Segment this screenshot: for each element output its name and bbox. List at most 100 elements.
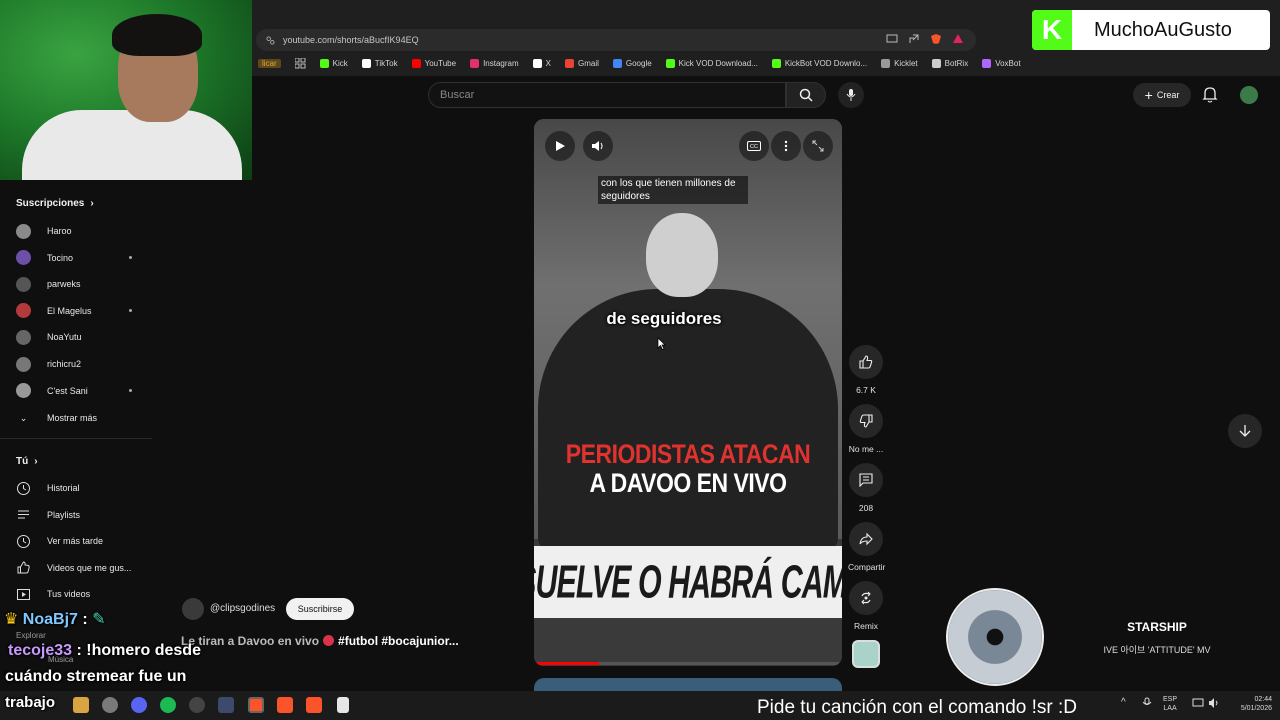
sidebar-item-you[interactable]: Ver más tarde <box>16 531 136 551</box>
channel-avatar-icon <box>16 250 31 266</box>
app-icon[interactable] <box>102 697 118 713</box>
dislike-button[interactable]: No me ... <box>848 404 884 454</box>
search-placeholder: Buscar <box>440 89 475 101</box>
notifications-button[interactable] <box>1202 86 1218 103</box>
brave-rewards-icon[interactable] <box>952 33 964 45</box>
app-icon[interactable] <box>218 697 234 713</box>
microphone-icon <box>845 88 857 102</box>
system-clock[interactable]: 02:44 5/01/2026 <box>1226 695 1272 713</box>
sidebar-subscription-label: NoaYutu <box>47 332 82 343</box>
botrix-icon <box>931 58 941 68</box>
sidebar-subscription-item[interactable]: Haroo <box>16 221 136 241</box>
you-header[interactable]: Tú › <box>16 456 38 467</box>
fullscreen-button[interactable] <box>803 131 833 161</box>
bookmark-tiktok[interactable]: TikTok <box>361 58 398 68</box>
sidebar-subscription-item[interactable]: El Magelus <box>16 301 136 321</box>
channel-name[interactable]: @clipsgodines <box>210 603 275 614</box>
sidebar-subscription-item[interactable]: richicru2 <box>16 354 136 374</box>
chat-username: tecoje33 <box>8 642 73 659</box>
address-bar-actions <box>886 33 964 45</box>
subscribe-button[interactable]: Suscribirse <box>286 598 354 620</box>
short-title[interactable]: Le tiran a Davoo en vivo #futbol #bocajun… <box>181 634 459 648</box>
next-video-button[interactable] <box>1228 414 1262 448</box>
file-explorer-icon[interactable] <box>73 697 89 713</box>
remix-button[interactable]: Remix <box>848 581 884 631</box>
subscriptions-header[interactable]: Suscripciones › <box>16 198 94 209</box>
bookmark-kick[interactable]: Kick <box>319 58 348 68</box>
input-language[interactable]: ESP LAA <box>1163 695 1177 713</box>
address-bar[interactable]: youtube.com/shorts/aBucfIK94EQ <box>256 29 976 51</box>
sidebar-item-you[interactable]: Playlists <box>16 505 136 525</box>
bookmark-kicklet[interactable]: Kicklet <box>881 58 918 68</box>
bookmark-kick-vod[interactable]: Kick VOD Download... <box>665 58 758 68</box>
bookmark-kickbot-vod[interactable]: KickBot VOD Downlo... <box>771 58 867 68</box>
brave-browser-icon[interactable] <box>306 697 322 713</box>
chevron-right-icon: › <box>90 198 94 209</box>
bookmark-label: VoxBot <box>995 58 1021 68</box>
youtube-icon <box>411 58 421 68</box>
sidebar-item-label: Tus videos <box>47 589 91 600</box>
sidebar-item-you[interactable]: Historial <box>16 478 136 498</box>
share-button[interactable]: Compartir <box>848 522 885 572</box>
sidebar-subscription-label: richicru2 <box>47 359 82 369</box>
tray-chevron-up-icon[interactable]: ^ <box>1121 697 1126 708</box>
discord-icon[interactable] <box>131 697 147 713</box>
sidebar-subscription-item[interactable]: parweks <box>16 274 136 294</box>
bookmark-instagram[interactable]: Instagram <box>470 58 519 68</box>
kick-logo-icon: K <box>1032 10 1072 50</box>
obs-icon[interactable] <box>189 697 205 713</box>
bookmark-apps[interactable]: licar <box>258 58 281 68</box>
voice-search-button[interactable] <box>838 82 864 108</box>
microphone-tray-icon[interactable] <box>1142 697 1152 709</box>
account-avatar[interactable] <box>1240 86 1258 104</box>
spotify-icon[interactable] <box>160 697 176 713</box>
bookmark-google[interactable]: Google <box>612 58 652 68</box>
bookmark-label: Kicklet <box>894 58 918 68</box>
clock-time: 02:44 <box>1254 696 1272 703</box>
volume-button[interactable] <box>583 131 613 161</box>
sidebar-subscription-item[interactable]: C'est Sani <box>16 381 136 401</box>
search-icon <box>799 88 813 102</box>
bookmark-label: X <box>545 58 551 68</box>
search-button[interactable] <box>786 82 826 108</box>
video-headline-red: PERIODISTAS ATACAN <box>565 438 811 469</box>
bookmark-label: YouTube <box>424 58 457 68</box>
webcam-overlay <box>0 0 252 180</box>
search-input[interactable]: Buscar <box>428 82 786 108</box>
channel-avatar[interactable] <box>182 598 204 620</box>
brave-shield-icon[interactable] <box>930 33 942 45</box>
sidebar-item-you[interactable]: Videos que me gus... <box>16 558 136 578</box>
bookmark-voxbot[interactable]: VoxBot <box>982 58 1021 68</box>
create-button[interactable]: + Crear <box>1133 83 1191 107</box>
instagram-icon <box>470 58 480 68</box>
share-page-icon[interactable] <box>908 33 920 45</box>
brave-browser-icon[interactable] <box>277 697 293 713</box>
brave-browser-icon[interactable] <box>248 697 264 713</box>
show-more-button[interactable]: ⌄ Mostrar más <box>16 408 136 428</box>
audio-thumbnail[interactable] <box>852 640 880 668</box>
sidebar-subscription-item[interactable]: Tocino <box>16 248 136 268</box>
document-icon[interactable] <box>337 697 349 713</box>
channel-avatar-icon <box>16 276 31 292</box>
like-button[interactable]: 6.7 K <box>848 345 884 395</box>
network-icon[interactable] <box>1192 697 1204 709</box>
site-info-icon[interactable] <box>266 35 275 45</box>
speaker-icon[interactable] <box>1208 697 1220 709</box>
bookmark-botrix[interactable]: BotRix <box>931 58 968 68</box>
bookmark-gmail[interactable]: Gmail <box>564 58 599 68</box>
sidebar-item-you[interactable]: Tus videos <box>16 584 136 604</box>
short-video-player[interactable]: con los que tienen millones de seguidore… <box>534 119 842 666</box>
play-button[interactable] <box>545 131 575 161</box>
gmail-icon <box>564 58 574 68</box>
sidebar-subscription-item[interactable]: NoaYutu <box>16 327 136 347</box>
bookmark-youtube[interactable]: YouTube <box>411 58 457 68</box>
sidebar-item-explore[interactable]: Explorar <box>16 631 46 640</box>
apps-grid-icon[interactable] <box>294 57 306 69</box>
install-app-icon[interactable] <box>886 33 898 45</box>
more-options-button[interactable] <box>771 131 801 161</box>
webcam-person-hair <box>112 14 202 56</box>
bookmark-x[interactable]: X <box>532 58 551 68</box>
captions-button[interactable]: CC <box>739 131 769 161</box>
short-hashtags[interactable]: #futbol #bocajunior... <box>338 634 459 648</box>
comments-button[interactable]: 208 <box>848 463 884 513</box>
